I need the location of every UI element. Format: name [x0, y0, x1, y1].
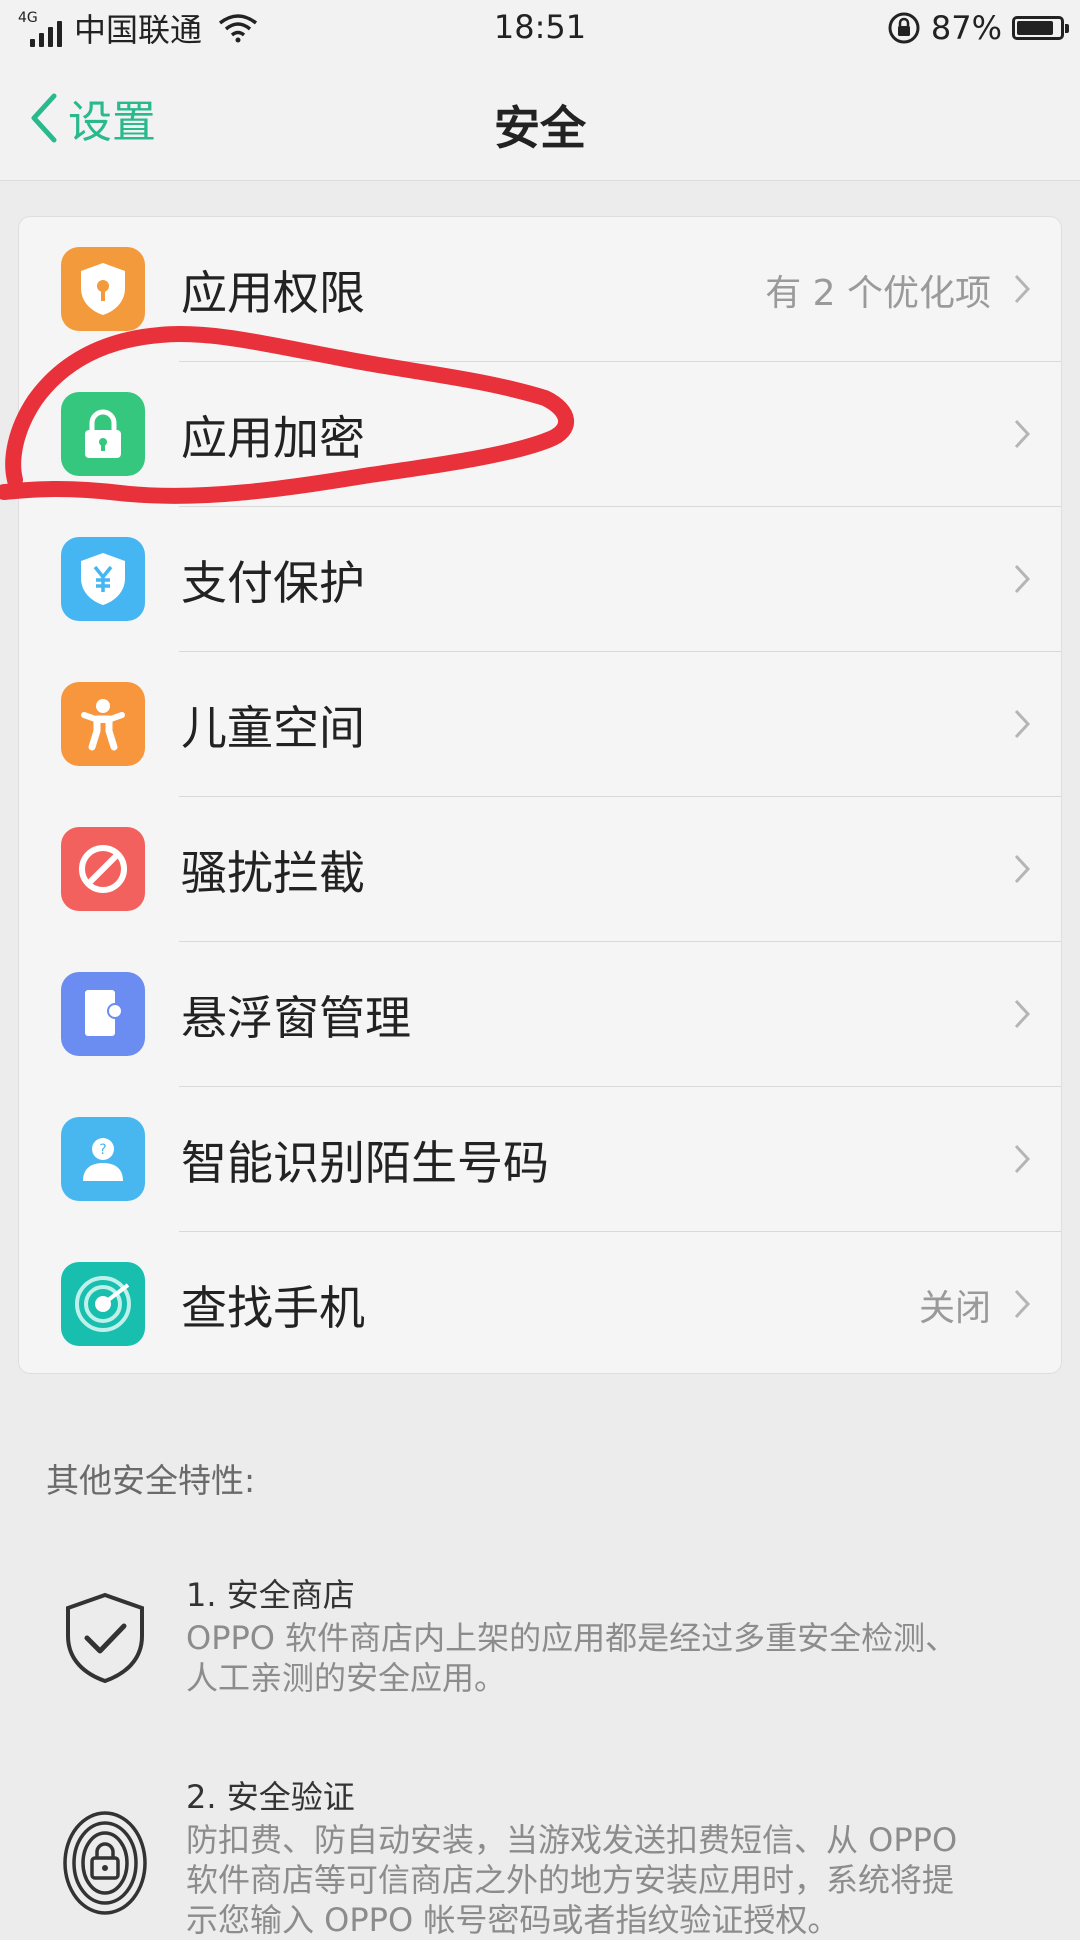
shield-check-icon [66, 1592, 144, 1684]
chevron-right-icon [1014, 999, 1031, 1029]
setting-label: 应用加密 [181, 410, 365, 465]
feature-description: OPPO 软件商店内上架的应用都是经过多重安全检测、 人工亲测的安全应用。 [186, 1618, 1016, 1698]
battery-fill [1017, 21, 1054, 35]
setting-value: 关闭 [918, 1287, 991, 1329]
setting-payment-protection[interactable]: 支付保护 [19, 507, 1061, 652]
page-title: 安全 [494, 101, 586, 155]
setting-kids-space[interactable]: 儿童空间 [19, 652, 1061, 797]
setting-harassment-blocking[interactable]: 骚扰拦截 [19, 797, 1061, 942]
section-title: 其他安全特性: [46, 1461, 256, 1500]
block-icon [61, 827, 145, 911]
unknown-contact-icon: ? [61, 1117, 145, 1201]
shield-key-icon [61, 247, 145, 331]
setting-label: 查找手机 [181, 1280, 365, 1335]
chevron-right-icon [1014, 1144, 1031, 1174]
shield-yen-icon [61, 537, 145, 621]
battery-percent: 87% [930, 9, 1002, 47]
rotation-lock-icon [888, 12, 920, 44]
feature-desc-line: OPPO 软件商店内上架的应用都是经过多重安全检测、 [186, 1619, 958, 1657]
feature-title: 1. 安全商店 [186, 1576, 355, 1614]
setting-label: 应用权限 [181, 265, 365, 320]
setting-find-phone[interactable]: 查找手机 关闭 [19, 1232, 1061, 1373]
feature-desc-line: 软件商店等可信商店之外的地方安装应用时，系统将提 [186, 1861, 955, 1899]
setting-floating-window[interactable]: 悬浮窗管理 [19, 942, 1061, 1087]
status-right: 87% [887, 8, 1069, 48]
lock-icon [61, 392, 145, 476]
chevron-right-icon [1014, 854, 1031, 884]
setting-label: 智能识别陌生号码 [181, 1135, 549, 1190]
chevron-right-icon [1014, 274, 1031, 304]
status-bar: 4G 中国联通 18:51 87% [0, 0, 1080, 56]
svg-text:?: ? [99, 1142, 106, 1158]
setting-label: 骚扰拦截 [181, 845, 365, 900]
feature-desc-line: 示您输入 OPPO 帐号密码或者指纹验证授权。 [186, 1901, 840, 1939]
setting-app-permissions[interactable]: 应用权限 有 2 个优化项 [19, 217, 1061, 362]
setting-label: 悬浮窗管理 [181, 990, 411, 1045]
feature-desc-line: 人工亲测的安全应用。 [186, 1659, 507, 1697]
chevron-right-icon [1014, 419, 1031, 449]
fingerprint-lock-icon [63, 1811, 147, 1915]
setting-unknown-number-recognition[interactable]: ? 智能识别陌生号码 [19, 1087, 1061, 1232]
setting-label: 儿童空间 [181, 700, 365, 755]
feature-description: 防扣费、防自动安装，当游戏发送扣费短信、从 OPPO 软件商店等可信商店之外的地… [186, 1820, 1016, 1940]
feature-desc-line: 防扣费、防自动安装，当游戏发送扣费短信、从 OPPO [186, 1821, 958, 1859]
battery-icon [1012, 16, 1069, 40]
radar-icon [61, 1262, 145, 1346]
setting-value: 有 2 个优化项 [765, 272, 991, 314]
header: 设置 安全 [0, 56, 1080, 181]
chevron-right-icon [1014, 709, 1031, 739]
child-icon [61, 682, 145, 766]
floating-window-icon [61, 972, 145, 1056]
setting-label: 支付保护 [181, 555, 365, 610]
feature-title: 2. 安全验证 [186, 1778, 355, 1816]
security-settings-list: 应用权限 有 2 个优化项 应用加密 支付保护 儿童空间 骚扰拦截 悬浮窗管理 … [18, 216, 1062, 1374]
chevron-right-icon [1014, 1289, 1031, 1319]
setting-app-encryption[interactable]: 应用加密 [19, 362, 1061, 507]
chevron-right-icon [1014, 564, 1031, 594]
